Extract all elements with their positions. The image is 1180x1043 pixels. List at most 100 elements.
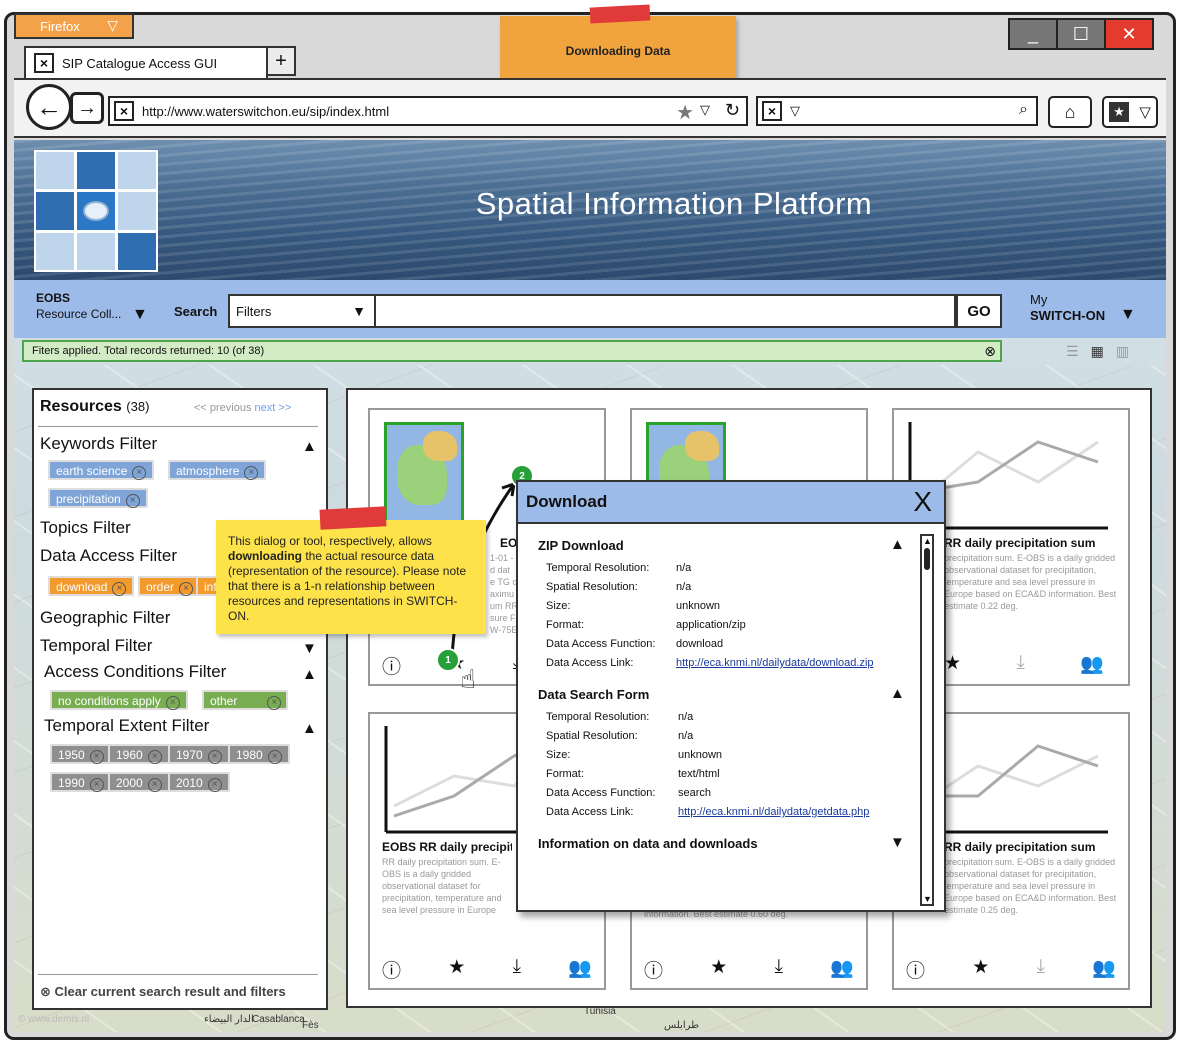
card-description: precipitation sum. E-OBS is a daily grid… (944, 553, 1117, 611)
clear-filters-icon[interactable]: ⊗ (984, 343, 996, 360)
favourite-star-icon[interactable]: ★ (448, 956, 465, 983)
scroll-up-icon[interactable]: ▲ (923, 536, 932, 546)
tab-sip-catalogue[interactable]: × SIP Catalogue Access GUI (24, 46, 268, 78)
chip-year-2010[interactable]: 2010 × (168, 772, 230, 792)
go-button[interactable]: GO (956, 294, 1002, 328)
reload-icon[interactable]: ↻ (725, 100, 740, 121)
map-view-icon[interactable]: ▥ (1116, 343, 1129, 360)
favourite-star-icon[interactable]: ★ (710, 956, 727, 983)
header-banner: Spatial Information Platform (14, 140, 1166, 280)
remove-icon: × (112, 582, 127, 596)
download-icon[interactable]: ⤓ (513, 956, 521, 983)
chip-no-conditions[interactable]: no conditions apply × (50, 690, 188, 710)
chip-order[interactable]: order × (138, 576, 202, 596)
keywords-filter-heading[interactable]: Keywords Filter (40, 434, 157, 454)
collapse-icon[interactable]: ▲ (890, 685, 905, 702)
close-dialog-button[interactable]: X (913, 486, 932, 518)
map-watermark: © www.demis.nl (18, 1014, 90, 1025)
my-menu-dropdown-icon[interactable]: ▼ (1120, 306, 1136, 324)
geographic-filter-heading[interactable]: Geographic Filter (40, 608, 170, 628)
chip-precipitation[interactable]: precipitation × (48, 488, 148, 508)
info-icon[interactable]: ⓘ (382, 956, 401, 983)
collapse-icon[interactable]: ▲ (302, 720, 317, 737)
topics-filter-heading[interactable]: Topics Filter (40, 518, 131, 538)
tab-title: SIP Catalogue Access GUI (62, 55, 218, 71)
people-icon[interactable]: 👥 (568, 956, 592, 983)
info-icon[interactable]: ⓘ (906, 956, 925, 983)
search-input[interactable] (376, 294, 956, 328)
info-icon[interactable]: ⓘ (644, 956, 663, 983)
people-icon[interactable]: 👥 (1092, 956, 1116, 983)
chip-year-1970[interactable]: 1970 × (168, 744, 230, 764)
chip-download[interactable]: download × (48, 576, 135, 596)
collapse-icon[interactable]: ▲ (302, 666, 317, 683)
download-link[interactable]: http://eca.knmi.nl/dailydata/download.zi… (676, 657, 874, 669)
field-label: Spatial Resolution: (546, 730, 638, 742)
info-icon[interactable]: ⓘ (382, 652, 401, 679)
chip-year-1980[interactable]: 1980 × (228, 744, 290, 764)
information-section[interactable]: Information on data and downloads (538, 836, 758, 851)
chip-other[interactable]: other × (202, 690, 288, 710)
new-tab-button[interactable]: + (266, 46, 296, 76)
chip-year-1950[interactable]: 1950 × (50, 744, 112, 764)
grid-view-icon[interactable]: ▦ (1091, 343, 1104, 360)
chip-atmosphere[interactable]: atmosphere × (168, 460, 267, 480)
temporal-extent-filter-heading[interactable]: Temporal Extent Filter (44, 716, 209, 736)
zip-download-section[interactable]: ZIP Download (538, 538, 624, 553)
favourite-star-icon[interactable]: ★ (972, 956, 989, 983)
close-window-button[interactable]: ✕ (1106, 20, 1152, 48)
minimize-button[interactable]: _ (1010, 20, 1058, 48)
back-button[interactable]: ← (26, 84, 72, 130)
collection-selector[interactable]: EOBS Resource Coll... (36, 290, 121, 322)
field-value: download (676, 638, 724, 650)
my-label: My (1030, 292, 1048, 307)
collapse-icon[interactable]: ▲ (302, 438, 317, 455)
chevron-down-icon: ▽ (107, 17, 118, 33)
data-access-filter-heading[interactable]: Data Access Filter (40, 546, 177, 566)
field-label: Spatial Resolution: (546, 581, 638, 593)
sticky-note-downloading: Downloading Data (500, 16, 736, 86)
next-link[interactable]: next >> (255, 402, 292, 414)
data-search-form-section[interactable]: Data Search Form (538, 687, 649, 702)
people-icon[interactable]: 👥 (830, 956, 854, 983)
list-view-icon[interactable]: ☰ (1066, 343, 1079, 360)
bookmark-star-icon[interactable]: ★ (676, 100, 694, 125)
people-icon[interactable]: 👥 (1080, 652, 1104, 676)
hand-cursor-icon: ☝ (460, 664, 476, 694)
home-button[interactable]: ⌂ (1048, 96, 1092, 128)
scroll-down-icon[interactable]: ▼ (923, 894, 932, 904)
search-icon[interactable]: ⌕ (1019, 101, 1028, 119)
expand-icon[interactable]: ▼ (302, 640, 317, 657)
dialog-scrollbar[interactable]: ▲ ▼ (920, 534, 934, 906)
my-switch-on-menu[interactable]: My SWITCH-ON (1030, 292, 1105, 324)
firefox-menu-button[interactable]: Firefox ▽ (14, 13, 134, 39)
download-icon[interactable]: ⤓ (1037, 956, 1045, 983)
download-icon[interactable]: ⤓ (1016, 652, 1024, 676)
bookmarks-button[interactable]: ★ ▽ (1102, 96, 1158, 128)
clear-search-button[interactable]: ⊗ Clear current search result and filter… (40, 984, 286, 1000)
remove-icon: × (207, 750, 222, 764)
search-label: Search (174, 304, 218, 319)
collection-dropdown-icon[interactable]: ▼ (132, 306, 148, 324)
chip-year-1990[interactable]: 1990 × (50, 772, 112, 792)
search-engine-dropdown-icon[interactable]: ▽ (790, 103, 800, 119)
favourite-star-icon[interactable]: ★ (944, 652, 961, 676)
dialog-header: Download X (518, 482, 944, 524)
browser-search-bar[interactable]: × ▽ ⌕ (756, 96, 1038, 126)
maximize-button[interactable]: ☐ (1058, 20, 1106, 48)
chip-year-1960[interactable]: 1960 × (108, 744, 170, 764)
access-conditions-filter-heading[interactable]: Access Conditions Filter (44, 662, 226, 682)
temporal-filter-heading[interactable]: Temporal Filter (40, 636, 152, 656)
collapse-icon[interactable]: ▲ (890, 536, 905, 553)
expand-icon[interactable]: ▼ (890, 834, 905, 851)
scroll-thumb[interactable] (924, 548, 930, 570)
address-bar[interactable]: × http://www.waterswitchon.eu/sip/index.… (108, 96, 748, 126)
forward-button[interactable]: → (70, 92, 104, 124)
history-dropdown-icon[interactable]: ▽ (700, 102, 710, 118)
chip-year-2000[interactable]: 2000 × (108, 772, 170, 792)
previous-link[interactable]: << previous (194, 402, 251, 414)
filters-select[interactable]: Filters ▼ (228, 294, 376, 328)
chip-earth-science[interactable]: earth science × (48, 460, 155, 480)
download-icon[interactable]: ⤓ (775, 956, 783, 983)
search-form-link[interactable]: http://eca.knmi.nl/dailydata/getdata.php (678, 806, 869, 818)
